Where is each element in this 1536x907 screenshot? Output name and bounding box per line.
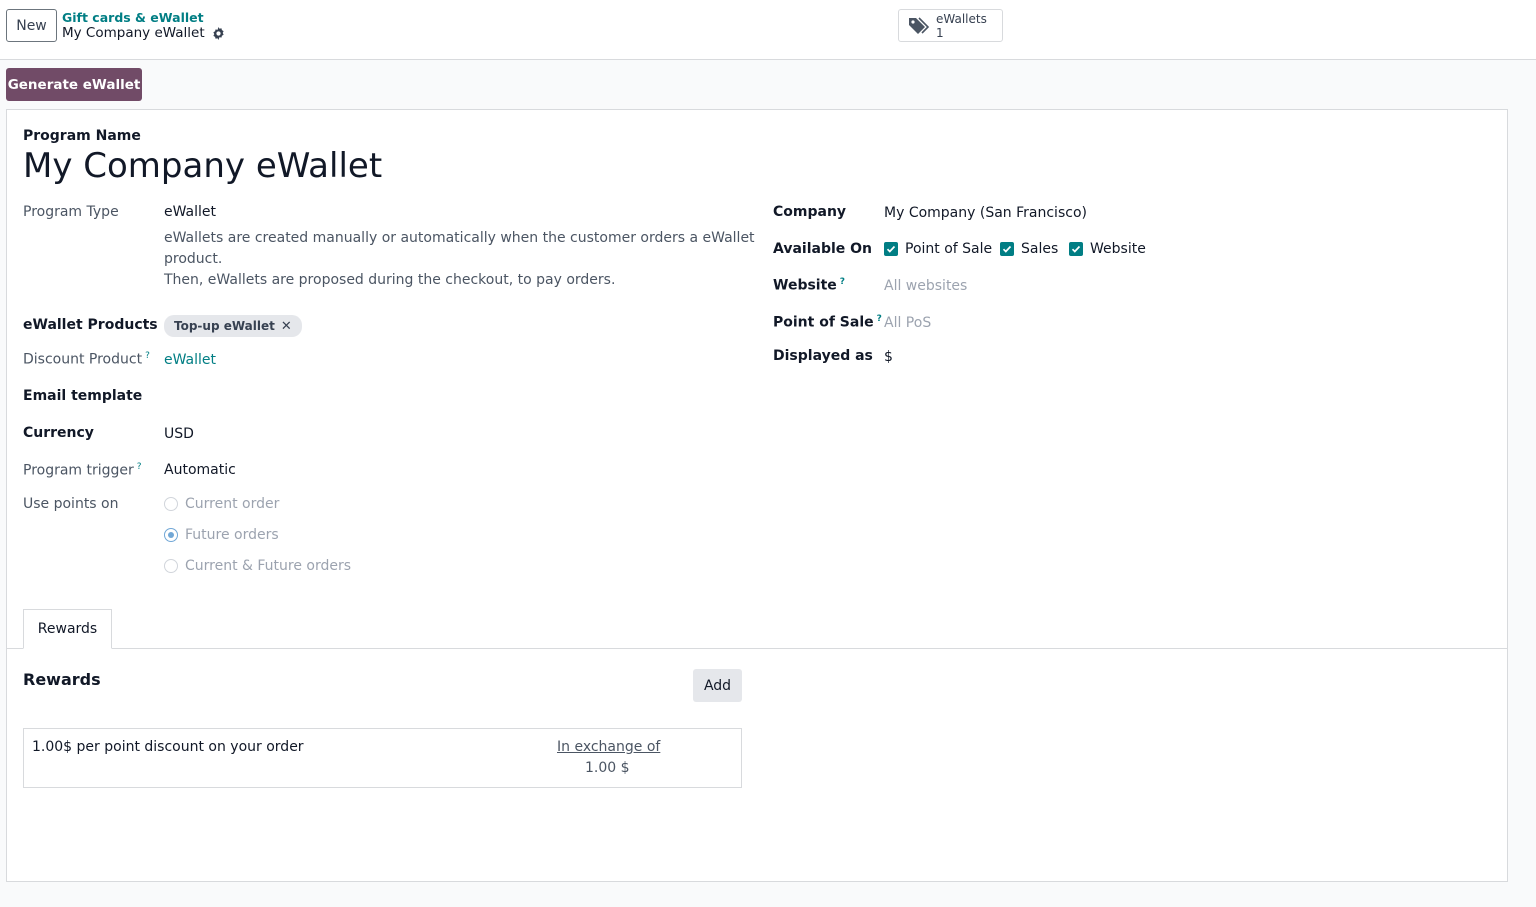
checkbox-sales[interactable]: Sales	[1000, 241, 1058, 257]
generate-ewallet-button[interactable]: Generate eWallet	[6, 68, 142, 101]
checkbox-point-of-sale[interactable]: Point of Sale	[884, 241, 992, 257]
help-icon[interactable]: ?	[145, 351, 150, 361]
product-tag-label: Top-up eWallet	[174, 319, 275, 333]
program-trigger-field[interactable]: Automatic	[164, 462, 236, 478]
program-trigger-label-text: Program trigger	[23, 462, 134, 479]
available-on-label: Available On	[773, 241, 873, 257]
smart-button-label: eWallets	[936, 12, 987, 26]
radio-future-orders[interactable]: Future orders	[164, 527, 279, 543]
reward-exchange-label: In exchange of	[557, 739, 661, 755]
checkbox-label: Point of Sale	[905, 241, 993, 257]
help-icon[interactable]: ?	[840, 277, 845, 287]
discount-product-link[interactable]: eWallet	[164, 352, 216, 368]
smart-button-count: 1	[936, 26, 944, 40]
radio-button-selected[interactable]	[164, 528, 178, 542]
help-icon[interactable]: ?	[877, 314, 882, 324]
checkbox-checked-icon[interactable]	[1000, 242, 1014, 256]
program-type-help-line-3: Then, eWallets are proposed during the c…	[164, 272, 616, 288]
radio-button[interactable]	[164, 559, 178, 573]
tags-icon	[908, 16, 932, 36]
point-of-sale-label: Point of Sale?	[773, 314, 882, 331]
help-icon[interactable]: ?	[137, 462, 142, 472]
gear-icon[interactable]	[212, 26, 225, 40]
website-field[interactable]: All websites	[884, 278, 967, 294]
ewallet-products-label: eWallet Products	[23, 317, 158, 333]
tab-divider	[7, 648, 1507, 649]
program-type-help-line-1: eWallets are created manually or automat…	[164, 230, 755, 246]
ewallets-smart-button[interactable]: eWallets 1	[898, 9, 1003, 42]
company-field[interactable]: My Company (San Francisco)	[884, 205, 1087, 221]
currency-field[interactable]: USD	[164, 426, 194, 442]
breadcrumb-current-label: My Company eWallet	[62, 25, 205, 41]
displayed-as-field[interactable]: $	[884, 349, 893, 365]
rewards-heading: Rewards	[23, 670, 101, 689]
breadcrumb-parent-link[interactable]: Gift cards & eWallet	[62, 10, 204, 25]
checkbox-label: Sales	[1021, 241, 1059, 257]
point-of-sale-label-text: Point of Sale	[773, 314, 874, 331]
email-template-label: Email template	[23, 388, 143, 404]
reward-exchange-value: 1.00 $	[585, 760, 630, 776]
reward-description: 1.00$ per point discount on your order	[32, 739, 304, 755]
program-name-label: Program Name	[23, 128, 141, 144]
tab-rewards[interactable]: Rewards	[23, 609, 112, 649]
radio-current-order[interactable]: Current order	[164, 496, 279, 512]
reward-card[interactable]: 1.00$ per point discount on your order I…	[23, 728, 742, 788]
checkbox-website[interactable]: Website	[1069, 241, 1146, 257]
use-points-on-label: Use points on	[23, 496, 119, 512]
point-of-sale-field[interactable]: All PoS	[884, 315, 931, 331]
breadcrumb-current: My Company eWallet	[62, 25, 225, 41]
displayed-as-label: Displayed as	[773, 348, 873, 364]
new-button[interactable]: New	[6, 9, 57, 42]
discount-product-label: Discount Product?	[23, 351, 150, 368]
radio-label: Current order	[185, 496, 280, 512]
discount-product-label-text: Discount Product	[23, 351, 143, 368]
radio-label: Future orders	[185, 527, 279, 543]
product-tag: Top-up eWallet ✕	[164, 315, 302, 337]
program-type-help-line-2: product.	[164, 251, 223, 267]
remove-tag-icon[interactable]: ✕	[281, 319, 292, 334]
form-sheet: Program Name My Company eWallet Program …	[6, 109, 1508, 882]
radio-current-future-orders[interactable]: Current & Future orders	[164, 558, 351, 574]
program-name-field[interactable]: My Company eWallet	[23, 146, 382, 186]
company-label: Company	[773, 204, 847, 220]
website-label-text: Website	[773, 277, 837, 294]
checkbox-checked-icon[interactable]	[1069, 242, 1083, 256]
program-type-label: Program Type	[23, 204, 119, 220]
website-label: Website?	[773, 277, 845, 294]
control-panel: New Gift cards & eWallet My Company eWal…	[0, 0, 1536, 60]
checkbox-label: Website	[1090, 241, 1146, 257]
currency-label: Currency	[23, 425, 94, 441]
radio-label: Current & Future orders	[185, 558, 352, 574]
program-type-value[interactable]: eWallet	[164, 204, 216, 220]
radio-button[interactable]	[164, 497, 178, 511]
program-trigger-label: Program trigger?	[23, 462, 142, 479]
add-reward-button[interactable]: Add	[693, 669, 742, 702]
checkbox-checked-icon[interactable]	[884, 242, 898, 256]
